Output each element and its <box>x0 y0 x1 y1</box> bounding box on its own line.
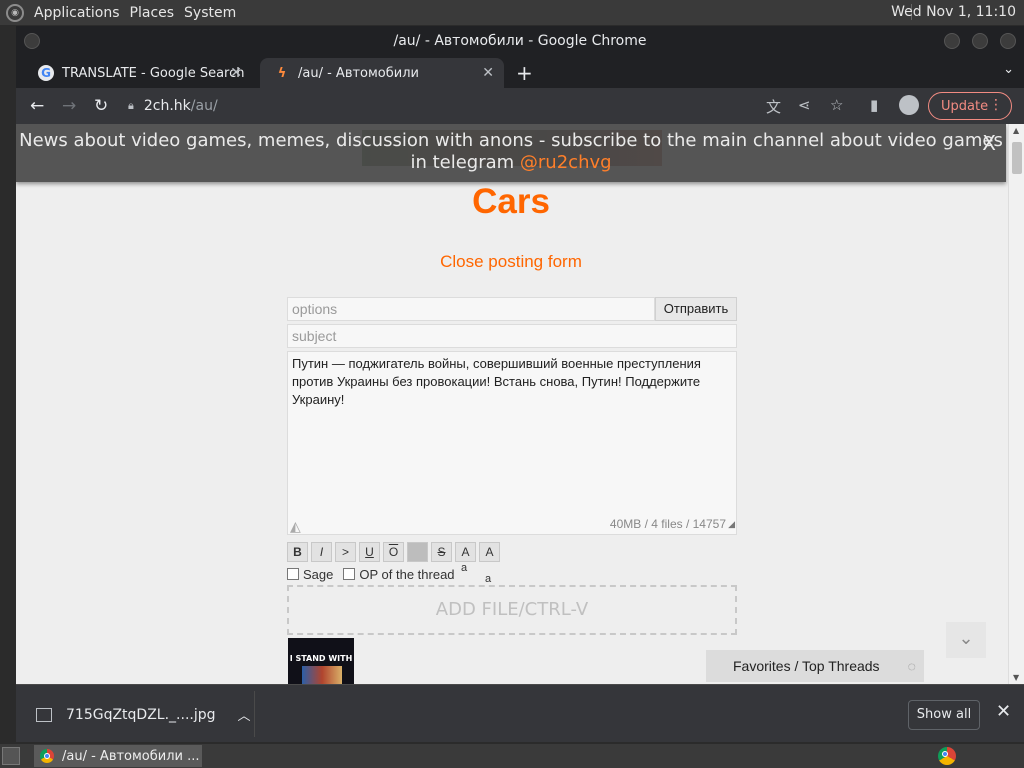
close-tab-icon[interactable]: ✕ <box>482 65 494 81</box>
close-window-icon[interactable] <box>1000 33 1016 49</box>
tab-strip: G TRANSLATE - Google Search ✕ ϟ /au/ - А… <box>16 56 1024 88</box>
telegram-link[interactable]: @ru2chvg <box>520 152 612 173</box>
page-scrollbar[interactable]: ▲ ▼ <box>1008 124 1024 684</box>
lock-icon[interactable]: 🔒︎ <box>128 99 134 113</box>
chevron-down-icon[interactable]: ⌄ <box>1003 62 1014 77</box>
menu-places[interactable]: Places <box>130 5 175 21</box>
strike-button[interactable]: S <box>431 542 452 562</box>
toolbar: ← → ↻ 🔒︎ 2ch.hk/au/ 文 ⋖ ☆ ▮ Update ⋮ <box>16 88 1024 124</box>
refresh-icon[interactable]: ◌ <box>908 650 916 682</box>
address-bar[interactable]: 🔒︎ 2ch.hk/au/ <box>128 90 748 122</box>
minimize-icon[interactable] <box>944 33 960 49</box>
message-text: Путин — поджигатель войны, совершивший в… <box>292 356 701 407</box>
taskbar-chrome-task[interactable]: /au/ - Автомобили ... <box>34 745 202 767</box>
scroll-down-button[interactable]: ⌄ <box>946 622 986 658</box>
download-shelf: 715GqZtqDZL._....jpg ︿ Show all ✕ <box>16 684 1024 742</box>
task-label: /au/ - Автомобили ... <box>62 748 200 764</box>
close-posting-form-link[interactable]: Close posting form <box>16 252 1006 272</box>
underline-button[interactable]: U <box>359 542 380 562</box>
italic-button[interactable]: I <box>311 542 332 562</box>
url-path: /au/ <box>190 98 218 114</box>
profile-avatar[interactable] <box>899 95 919 115</box>
favorites-label: Favorites / Top Threads <box>733 658 880 674</box>
scrollbar-thumb[interactable] <box>1012 142 1022 174</box>
op-label: OP of the thread <box>359 566 455 582</box>
add-file-dropzone[interactable]: ADD FILE/CTRL-V <box>287 585 737 635</box>
tab-au[interactable]: ϟ /au/ - Автомобили ✕ <box>260 58 504 88</box>
tab-label: TRANSLATE - Google Search <box>62 65 245 81</box>
show-desktop-icon[interactable] <box>2 747 20 765</box>
translate-icon[interactable]: 文 <box>766 96 781 117</box>
options-input[interactable]: options <box>287 297 655 321</box>
tab-google-search[interactable]: G TRANSLATE - Google Search ✕ <box>24 58 252 88</box>
drive-icon[interactable]: ◭ <box>290 517 308 534</box>
maximize-icon[interactable] <box>972 33 988 49</box>
chrome-icon <box>40 749 54 763</box>
resize-handle-icon[interactable]: ◢ <box>728 515 735 533</box>
subscript-hint: a <box>485 573 492 585</box>
sage-checkbox[interactable] <box>287 568 299 580</box>
more-menu-icon[interactable]: ⋮ <box>989 97 1003 113</box>
subject-input[interactable]: subject <box>287 324 737 348</box>
bold-button[interactable]: B <box>287 542 308 562</box>
show-all-button[interactable]: Show all <box>908 700 980 730</box>
url-host: 2ch.hk <box>143 98 191 114</box>
tab-label: /au/ - Автомобили <box>298 65 419 81</box>
update-label: Update <box>941 98 989 114</box>
reload-icon[interactable]: ↻ <box>94 96 108 116</box>
subscript-button[interactable]: A <box>479 542 500 562</box>
bookmark-star-icon[interactable]: ☆ <box>830 96 843 114</box>
browser-window: /au/ - Автомобили - Google Chrome G TRAN… <box>16 26 1024 742</box>
board-title: Cars <box>472 182 550 221</box>
close-shelf-icon[interactable]: ✕ <box>996 701 1011 722</box>
file-limit-counter: 40MB / 4 files / 14757 <box>609 517 726 531</box>
close-tab-icon[interactable]: ✕ <box>230 65 242 81</box>
back-icon[interactable]: ← <box>30 96 44 116</box>
notice-close-button[interactable]: X <box>982 132 996 154</box>
submit-button[interactable]: Отправить <box>655 297 737 321</box>
attached-image-thumbnail[interactable]: I STAND WITH <box>288 638 354 684</box>
update-button[interactable]: Update ⋮ <box>928 92 1012 120</box>
page-viewport: News about video games, memes, discussio… <box>16 124 1024 684</box>
window-titlebar[interactable]: /au/ - Автомобили - Google Chrome <box>16 26 1024 56</box>
thumbnail-art <box>302 666 342 684</box>
op-checkbox[interactable] <box>343 568 356 580</box>
image-file-icon <box>36 707 52 722</box>
menu-system[interactable]: System <box>184 5 236 21</box>
scroll-up-arrow-icon[interactable]: ▲ <box>1013 126 1019 135</box>
google-icon: G <box>38 65 54 81</box>
quote-button[interactable]: > <box>335 542 356 562</box>
download-item[interactable]: 715GqZtqDZL._....jpg ︿ <box>36 705 251 724</box>
share-icon[interactable]: ⋖ <box>798 96 811 114</box>
message-textarea[interactable]: Путин — поджигатель войны, совершивший в… <box>287 351 737 535</box>
side-panel-icon[interactable]: ▮ <box>870 96 878 114</box>
bolt-icon: ϟ <box>277 65 287 81</box>
telegram-notice: News about video games, memes, discussio… <box>16 124 1006 182</box>
bottom-taskbar: /au/ - Автомобили ... <box>0 744 1024 768</box>
post-options: Sage OP of the thread <box>287 566 737 582</box>
forward-icon[interactable]: → <box>62 96 76 116</box>
desktop-top-panel: ◉ Applications Places System Wed Nov 1, … <box>0 0 1024 25</box>
shelf-divider <box>254 691 255 737</box>
sage-label: Sage <box>303 566 334 582</box>
favorites-top-threads-button[interactable]: Favorites / Top Threads ◌ <box>706 650 924 682</box>
notice-text: News about video games, memes, discussio… <box>19 130 1003 173</box>
window-title: /au/ - Автомобили - Google Chrome <box>393 33 647 49</box>
scroll-down-arrow-icon[interactable]: ▼ <box>1013 673 1019 682</box>
markup-toolbar: B I > U O S A A <box>287 542 737 562</box>
clock[interactable]: Wed Nov 1, 11:10 <box>891 4 1016 20</box>
os-logo-icon[interactable]: ◉ <box>6 3 24 22</box>
new-tab-icon[interactable]: + <box>516 61 533 85</box>
chevron-up-icon[interactable]: ︿ <box>238 705 251 724</box>
menu-applications[interactable]: Applications <box>34 5 120 21</box>
posting-form: options Отправить subject Путин — поджиг… <box>287 297 737 585</box>
superscript-hint: a <box>461 562 468 574</box>
overline-button[interactable]: O <box>383 542 404 562</box>
thumbnail-caption: I STAND WITH <box>289 654 353 663</box>
window-menu-icon[interactable] <box>24 33 40 49</box>
superscript-button[interactable]: A <box>455 542 476 562</box>
tray-chrome-icon[interactable] <box>938 747 956 765</box>
spoiler-button[interactable] <box>407 542 428 562</box>
download-file-name: 715GqZtqDZL._....jpg <box>66 706 216 723</box>
